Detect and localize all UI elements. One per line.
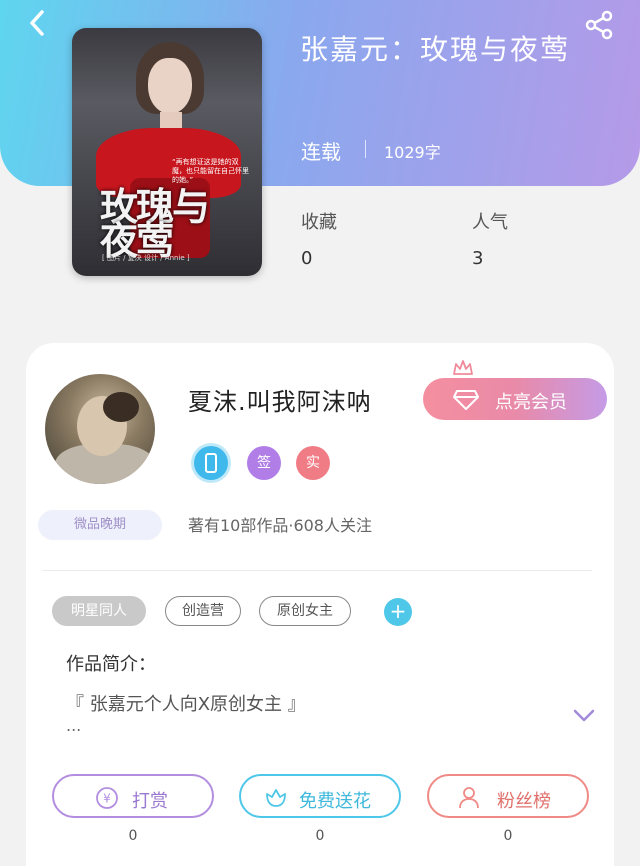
real-badge-text: 实	[306, 455, 320, 471]
intro-title: 作品简介：	[66, 654, 156, 675]
tag-label: 创造营	[182, 603, 224, 619]
vip-button-label: 点亮会员	[495, 392, 567, 413]
favorites-value: 0	[301, 248, 313, 269]
cover-figure-face	[148, 58, 192, 114]
word-count: 1029字	[384, 143, 441, 162]
book-status: 连载	[301, 140, 341, 164]
level-tag-text: 微品晚期	[73, 517, 126, 532]
intro-ellipsis: ...	[66, 716, 82, 735]
cover-blurb: “再有想证这是她的双魔，也只能留在自己怀里的她。”	[172, 158, 249, 184]
author-name[interactable]: 夏沫.叫我阿沫呐	[188, 382, 372, 417]
author-meta: 著有10部作品·608人关注	[188, 516, 372, 535]
real-name-badge[interactable]: 实	[296, 446, 330, 480]
add-tag-button[interactable]: +	[384, 598, 412, 626]
book-detail-page: “再有想证这是她的双魔，也只能留在自己怀里的她。” 玫瑰与夜莺 [ 图片 / 复…	[0, 0, 640, 866]
user-icon	[459, 787, 479, 809]
chevron-down-icon[interactable]	[572, 708, 596, 724]
book-title: 张嘉元：玫瑰与夜莺	[300, 33, 571, 66]
cover-credit: [ 图片 / 复决 设计 / Annie ]	[102, 254, 190, 262]
diamond-icon	[453, 390, 479, 410]
back-button[interactable]	[22, 8, 52, 38]
vip-button[interactable]: 点亮会员	[423, 378, 607, 420]
reward-button[interactable]: ¥ 打赏	[52, 774, 214, 818]
fan-ranking-button[interactable]: 粉丝榜	[427, 774, 589, 818]
tag-label: 明星同人	[71, 603, 127, 619]
flower-icon	[266, 789, 286, 807]
yen-icon: ¥	[96, 787, 118, 809]
avatar-figure-hair	[103, 392, 139, 422]
tag-item[interactable]: 原创女主	[259, 596, 351, 626]
book-cover[interactable]: “再有想证这是她的双魔，也只能留在自己怀里的她。” 玫瑰与夜莺 [ 图片 / 复…	[72, 28, 262, 276]
plus-icon: +	[389, 599, 407, 623]
status-divider	[365, 140, 366, 158]
fan-ranking-label: 粉丝榜	[497, 791, 551, 812]
tag-item[interactable]: 明星同人	[52, 596, 146, 626]
sign-badge[interactable]: 签	[247, 446, 281, 480]
reward-button-label: 打赏	[132, 791, 168, 812]
svg-text:¥: ¥	[103, 792, 111, 806]
phone-badge[interactable]	[194, 446, 228, 480]
flower-count: 0	[315, 828, 325, 844]
popularity-label: 人气	[472, 212, 508, 233]
sign-badge-text: 签	[257, 455, 271, 471]
level-tag: 微品晚期	[38, 510, 162, 540]
tag-item[interactable]: 创造营	[165, 596, 241, 626]
chevron-left-icon	[30, 10, 44, 36]
avatar[interactable]	[45, 374, 155, 484]
phone-icon	[205, 453, 217, 473]
fan-count: 0	[503, 828, 513, 844]
cover-title-art: 玫瑰与夜莺	[100, 184, 210, 263]
intro-text: 『 张嘉元个人向X原创女主 』	[66, 694, 306, 715]
favorites-label: 收藏	[301, 212, 337, 233]
popularity-value: 3	[472, 248, 484, 269]
send-flower-label: 免费送花	[299, 791, 371, 812]
tag-label: 原创女主	[277, 603, 333, 619]
reward-count: 0	[128, 828, 138, 844]
divider	[42, 570, 592, 571]
send-flower-button[interactable]: 免费送花	[239, 774, 401, 818]
crown-icon	[453, 360, 473, 375]
